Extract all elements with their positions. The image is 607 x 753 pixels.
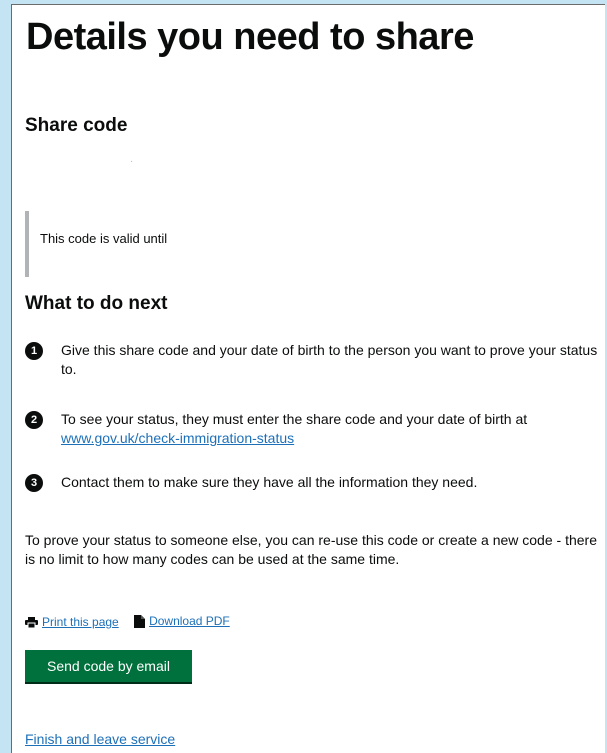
send-code-by-email-button[interactable]: Send code by email [25,650,192,682]
page-title: Details you need to share [26,16,474,58]
what-to-do-next-heading: What to do next [25,293,168,314]
print-page-label: Print this page [42,615,119,629]
share-code-value: · [130,156,134,167]
print-page-link[interactable]: Print this page [25,615,119,629]
download-pdf-link[interactable]: Download PDF [134,614,230,628]
step-text: To see your status, they must enter the … [61,411,528,427]
step-text-container: To see your status, they must enter the … [61,410,605,448]
document-icon [134,614,146,628]
step-text: Give this share code and your date of bi… [61,342,598,377]
finish-and-leave-service-link[interactable]: Finish and leave service [25,731,175,748]
page-container: Details you need to share Share code · T… [11,4,605,753]
page-actions: Print this page Download PDF [25,614,230,631]
step-number-badge: 2 [25,411,43,429]
printer-icon [25,616,38,628]
share-code-heading: Share code [25,115,128,136]
code-validity-text: This code is valid until [40,231,168,246]
check-immigration-status-link[interactable]: www.gov.uk/check-immigration-status [61,430,294,446]
reuse-note: To prove your status to someone else, yo… [25,532,597,567]
step-text: Contact them to make sure they have all … [61,474,478,490]
step-number-badge: 1 [25,342,43,360]
step-number-badge: 3 [25,474,43,492]
inset-border [25,211,29,277]
download-pdf-label: Download PDF [149,614,230,628]
